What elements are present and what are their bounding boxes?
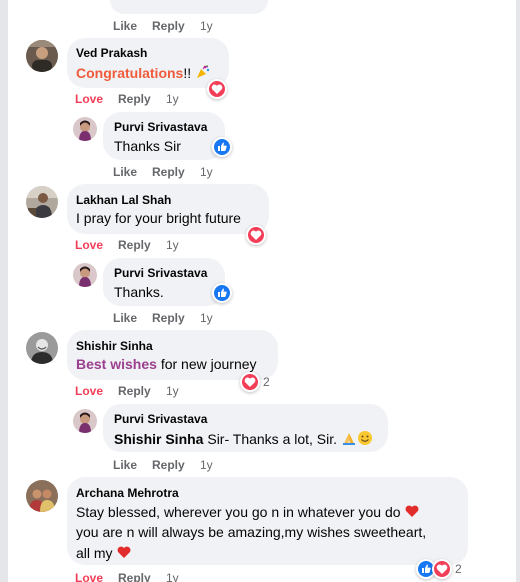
like-link[interactable]: Like xyxy=(113,165,137,179)
comment-text-line: you are n will always be amazing,my wish… xyxy=(76,524,427,540)
highlighted-word: Congratulations xyxy=(76,65,184,81)
previous-comment-bubble xyxy=(110,0,268,14)
folded-hands-icon xyxy=(341,430,357,449)
comment-author[interactable]: Shishir Sinha xyxy=(76,339,153,353)
like-link[interactable]: Like xyxy=(113,458,137,472)
comment-suffix: !! xyxy=(183,65,192,81)
comment-text-line: all my xyxy=(76,544,132,563)
red-heart-icon xyxy=(116,544,132,563)
reply-text: Thanks Sir xyxy=(114,138,181,154)
red-heart-icon xyxy=(404,503,420,522)
reply-author[interactable]: Purvi Srivastava xyxy=(114,266,207,280)
like-link[interactable]: Like xyxy=(113,311,137,325)
reaction-count[interactable]: 2 xyxy=(263,375,270,389)
timestamp[interactable]: 1y xyxy=(200,311,213,325)
heart-icon xyxy=(244,377,256,387)
timestamp[interactable]: 1y xyxy=(200,458,213,472)
reply-link[interactable]: Reply xyxy=(152,311,185,325)
avatar[interactable] xyxy=(73,409,97,433)
comment-bubble xyxy=(67,184,269,234)
comment-text-line: Stay blessed, wherever you go n in whate… xyxy=(76,503,420,522)
avatar[interactable] xyxy=(26,480,58,512)
love-reaction-badge[interactable] xyxy=(207,79,227,99)
comment-author[interactable]: Archana Mehrotra xyxy=(76,486,179,500)
timestamp[interactable]: 1y xyxy=(200,19,213,33)
reply-author[interactable]: Purvi Srivastava xyxy=(114,412,207,426)
reply-link[interactable]: Reply xyxy=(152,458,185,472)
reply-suffix: Sir- Thanks a lot, Sir. xyxy=(203,431,338,447)
love-link[interactable]: Love xyxy=(75,92,103,106)
reply-text: Shishir Sinha Sir- Thanks a lot, Sir. xyxy=(114,430,373,449)
reply-link[interactable]: Reply xyxy=(118,92,151,106)
comment-text: Best wishes for new journey xyxy=(76,356,257,372)
avatar[interactable] xyxy=(26,332,58,364)
comment-text: Congratulations!! xyxy=(76,64,211,83)
comment-text: I pray for your bright future xyxy=(76,210,241,226)
like-link[interactable]: Like xyxy=(113,19,137,33)
avatar[interactable] xyxy=(26,186,58,218)
timestamp[interactable]: 1y xyxy=(166,571,179,582)
comment-author[interactable]: Ved Prakash xyxy=(76,46,147,60)
timestamp[interactable]: 1y xyxy=(166,384,179,398)
timestamp[interactable]: 1y xyxy=(200,165,213,179)
avatar[interactable] xyxy=(73,117,97,141)
love-reaction-badge[interactable] xyxy=(432,559,452,579)
timestamp[interactable]: 1y xyxy=(166,92,179,106)
love-link[interactable]: Love xyxy=(75,238,103,252)
reaction-count[interactable]: 2 xyxy=(455,562,462,576)
reply-link[interactable]: Reply xyxy=(152,165,185,179)
reply-author[interactable]: Purvi Srivastava xyxy=(114,120,207,134)
like-reaction-badge[interactable] xyxy=(212,283,232,303)
thumbs-up-icon xyxy=(218,288,227,297)
timestamp[interactable]: 1y xyxy=(166,238,179,252)
reply-link[interactable]: Reply xyxy=(118,571,151,582)
reply-text: Thanks. xyxy=(114,284,164,300)
love-reaction-badge[interactable] xyxy=(240,372,260,392)
love-link[interactable]: Love xyxy=(75,571,103,582)
love-link[interactable]: Love xyxy=(75,384,103,398)
heart-icon xyxy=(211,84,223,94)
heart-icon xyxy=(250,230,262,240)
comments-panel: Like Reply 1y Ved Prakash Congratulation… xyxy=(8,0,516,582)
comment-author[interactable]: Lakhan Lal Shah xyxy=(76,193,171,207)
like-reaction-badge[interactable] xyxy=(212,137,232,157)
love-reaction-badge[interactable] xyxy=(246,225,266,245)
reply-link[interactable]: Reply xyxy=(118,238,151,252)
comment-suffix: for new journey xyxy=(156,356,257,372)
avatar[interactable] xyxy=(73,263,97,287)
heart-icon xyxy=(436,564,448,574)
mention-link[interactable]: Shishir Sinha xyxy=(114,431,203,447)
thumbs-up-icon xyxy=(218,142,227,151)
reply-link[interactable]: Reply xyxy=(118,384,151,398)
highlighted-phrase: Best wishes xyxy=(76,356,157,372)
avatar[interactable] xyxy=(26,40,58,72)
smiling-face-icon xyxy=(357,430,373,449)
reply-link[interactable]: Reply xyxy=(152,19,185,33)
party-popper-icon xyxy=(195,64,211,83)
thumbs-up-icon xyxy=(422,564,431,573)
